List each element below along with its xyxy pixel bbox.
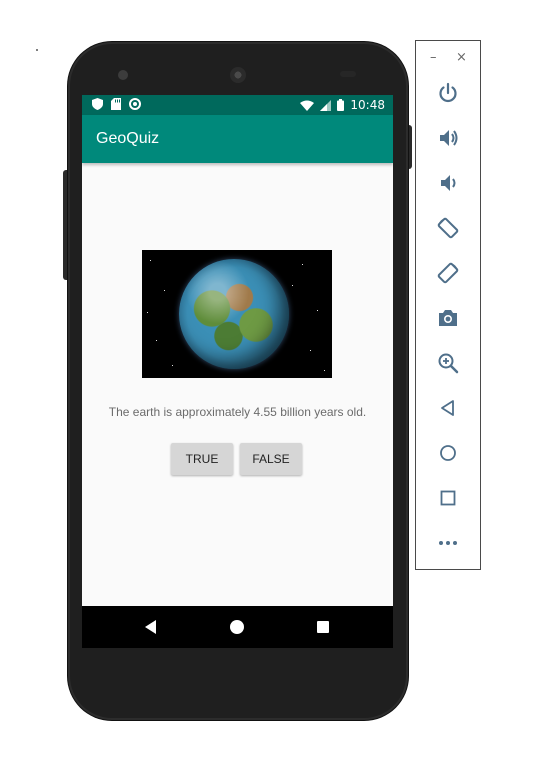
emulator-toolbar: – × (415, 40, 481, 570)
proximity-sensor (340, 71, 356, 77)
true-button[interactable]: TRUE (171, 443, 233, 475)
home-icon[interactable] (436, 441, 460, 465)
shield-icon (92, 98, 103, 110)
device-screen: 10:48 GeoQuiz The earth is approximately… (82, 95, 393, 648)
front-camera (118, 70, 128, 80)
navigation-bar (82, 606, 393, 648)
back-icon[interactable] (436, 396, 460, 420)
app-title: GeoQuiz (96, 130, 160, 147)
overview-icon[interactable] (436, 486, 460, 510)
volume-down-icon[interactable] (436, 171, 460, 195)
earpiece-speaker (230, 67, 246, 83)
more-icon[interactable] (436, 531, 460, 555)
battery-icon (337, 99, 345, 111)
close-button[interactable]: × (456, 51, 467, 64)
status-bar: 10:48 (82, 95, 393, 115)
question-text: The earth is approximately 4.55 billion … (108, 405, 367, 419)
app-toolbar: GeoQuiz (82, 115, 393, 163)
globe-graphic (179, 259, 289, 369)
cellular-signal-icon (320, 99, 332, 111)
power-icon[interactable] (436, 81, 460, 105)
false-button[interactable]: FALSE (240, 443, 302, 475)
minimize-button[interactable]: – (430, 51, 437, 64)
home-icon[interactable] (228, 618, 246, 636)
earth-image (142, 250, 332, 378)
camera-icon[interactable] (436, 306, 460, 330)
circle-notification-icon (129, 98, 141, 110)
recents-icon[interactable] (314, 618, 332, 636)
volume-up-icon[interactable] (436, 126, 460, 150)
stray-dot (36, 49, 38, 51)
back-icon[interactable] (142, 618, 160, 636)
wifi-icon (300, 100, 315, 111)
sd-card-icon (111, 98, 121, 110)
zoom-icon[interactable] (436, 351, 460, 375)
status-clock: 10:48 (350, 98, 385, 112)
rotate-left-icon[interactable] (436, 216, 460, 240)
rotate-right-icon[interactable] (436, 261, 460, 285)
